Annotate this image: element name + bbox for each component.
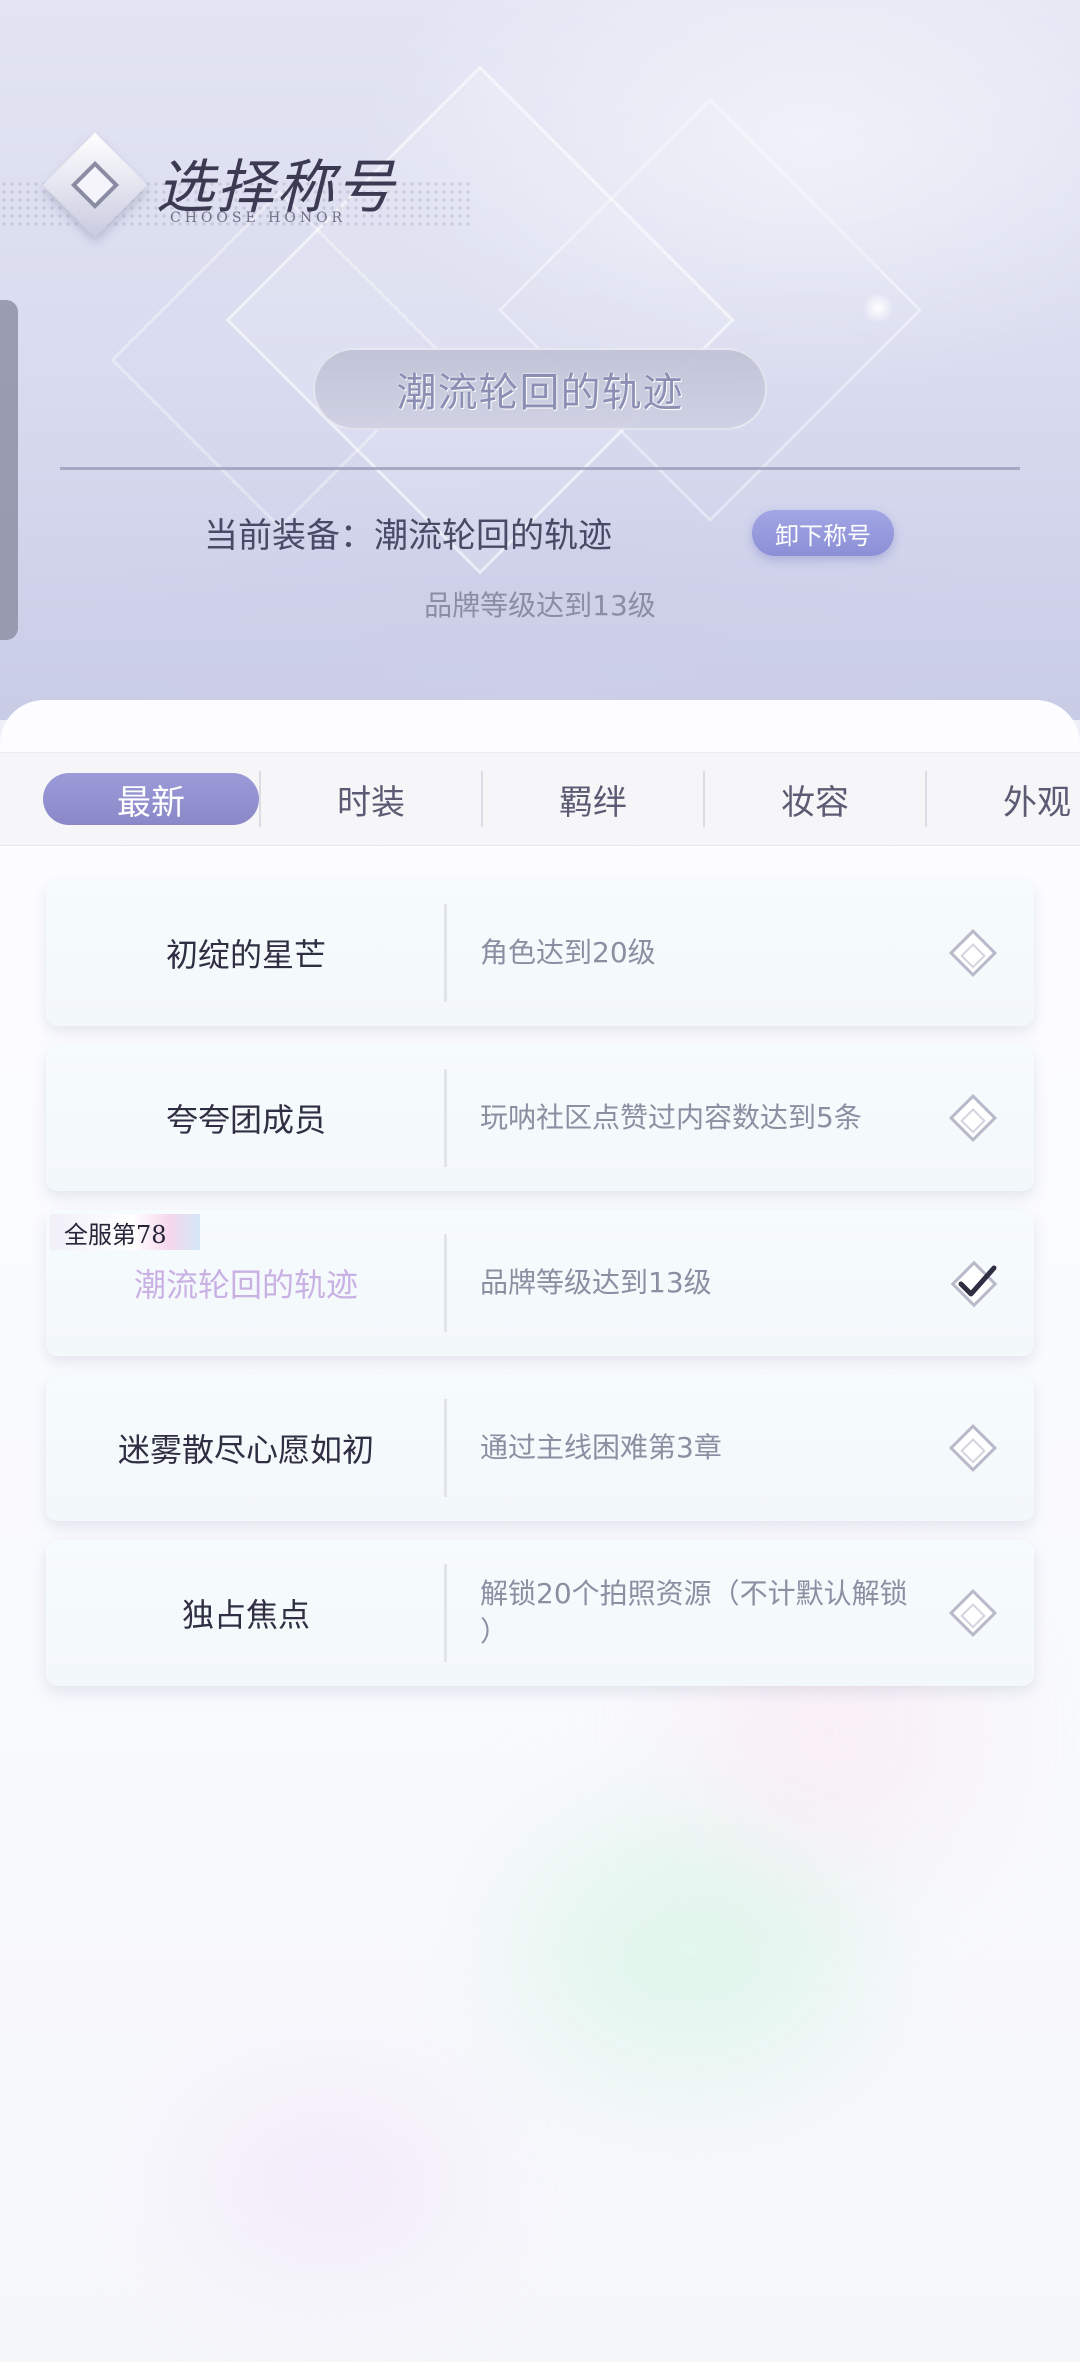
honor-condition: 品牌等级达到13级 — [480, 1266, 712, 1299]
diamond-unselected-icon — [948, 1588, 998, 1638]
honor-name: 夸夸团成员 — [165, 1101, 326, 1139]
honor-condition: 通过主线困难第3章 — [480, 1431, 722, 1464]
tab-makeup[interactable]: 妆容 — [705, 773, 925, 825]
row-separator — [444, 904, 447, 1002]
row-separator — [444, 1564, 447, 1662]
tab-latest[interactable]: 最新 — [43, 773, 259, 825]
unequip-button[interactable]: 卸下称号 — [752, 510, 894, 556]
honor-condition: 玩呐社区点赞过内容数达到5条 — [480, 1101, 862, 1134]
honor-list: 初绽的星芒 角色达到20级 夸夸团成员 玩呐社区点赞过内容数达到5条 全服第78… — [46, 880, 1034, 1705]
row-separator — [444, 1069, 447, 1167]
honor-row-equipped[interactable]: 全服第78 潮流轮回的轨迹 品牌等级达到13级 — [46, 1210, 1034, 1356]
honor-row[interactable]: 独占焦点 解锁20个拍照资源（不计默认解锁 ） — [46, 1540, 1034, 1686]
diamond-unselected-icon — [948, 1423, 998, 1473]
equipped-label: 当前装备：潮流轮回的轨迹 — [204, 516, 612, 556]
page-subtitle: CHOOSE HONOR — [170, 210, 347, 226]
divider — [60, 467, 1020, 470]
sparkle-icon — [860, 290, 896, 326]
honor-name: 迷雾散尽心愿如初 — [117, 1431, 374, 1469]
honor-row[interactable]: 初绽的星芒 角色达到20级 — [46, 880, 1034, 1026]
row-separator — [444, 1399, 447, 1497]
background-glow — [200, 2100, 460, 2260]
diamond-unselected-icon — [948, 1093, 998, 1143]
current-condition: 品牌等级达到13级 — [424, 589, 656, 622]
tab-fashion[interactable]: 时装 — [261, 773, 481, 825]
tab-appearance[interactable]: 外观 — [927, 773, 1080, 825]
background-glow — [520, 1820, 860, 2080]
checkmark-selected-icon — [950, 1260, 998, 1308]
category-tabs: 最新 时装 羁绊 妆容 外观 — [0, 752, 1080, 846]
honor-condition: 解锁20个拍照资源（不计默认解锁 ） — [480, 1577, 908, 1648]
current-honor-plate: 潮流轮回的轨迹 — [313, 348, 767, 430]
honor-name: 潮流轮回的轨迹 — [133, 1266, 358, 1304]
honor-name: 初绽的星芒 — [165, 936, 326, 974]
row-separator — [444, 1234, 447, 1332]
honor-name: 独占焦点 — [181, 1596, 310, 1634]
honor-list-panel: 最新 时装 羁绊 妆容 外观 初绽的星芒 角色达到20级 夸夸团成员 玩呐社区点… — [0, 700, 1080, 2362]
diamond-unselected-icon — [948, 928, 998, 978]
honor-row[interactable]: 迷雾散尽心愿如初 通过主线困难第3章 — [46, 1375, 1034, 1521]
back-button[interactable] — [40, 130, 150, 240]
honor-row[interactable]: 夸夸团成员 玩呐社区点赞过内容数达到5条 — [46, 1045, 1034, 1191]
tab-bond[interactable]: 羁绊 — [483, 773, 703, 825]
honor-condition: 角色达到20级 — [480, 936, 656, 969]
